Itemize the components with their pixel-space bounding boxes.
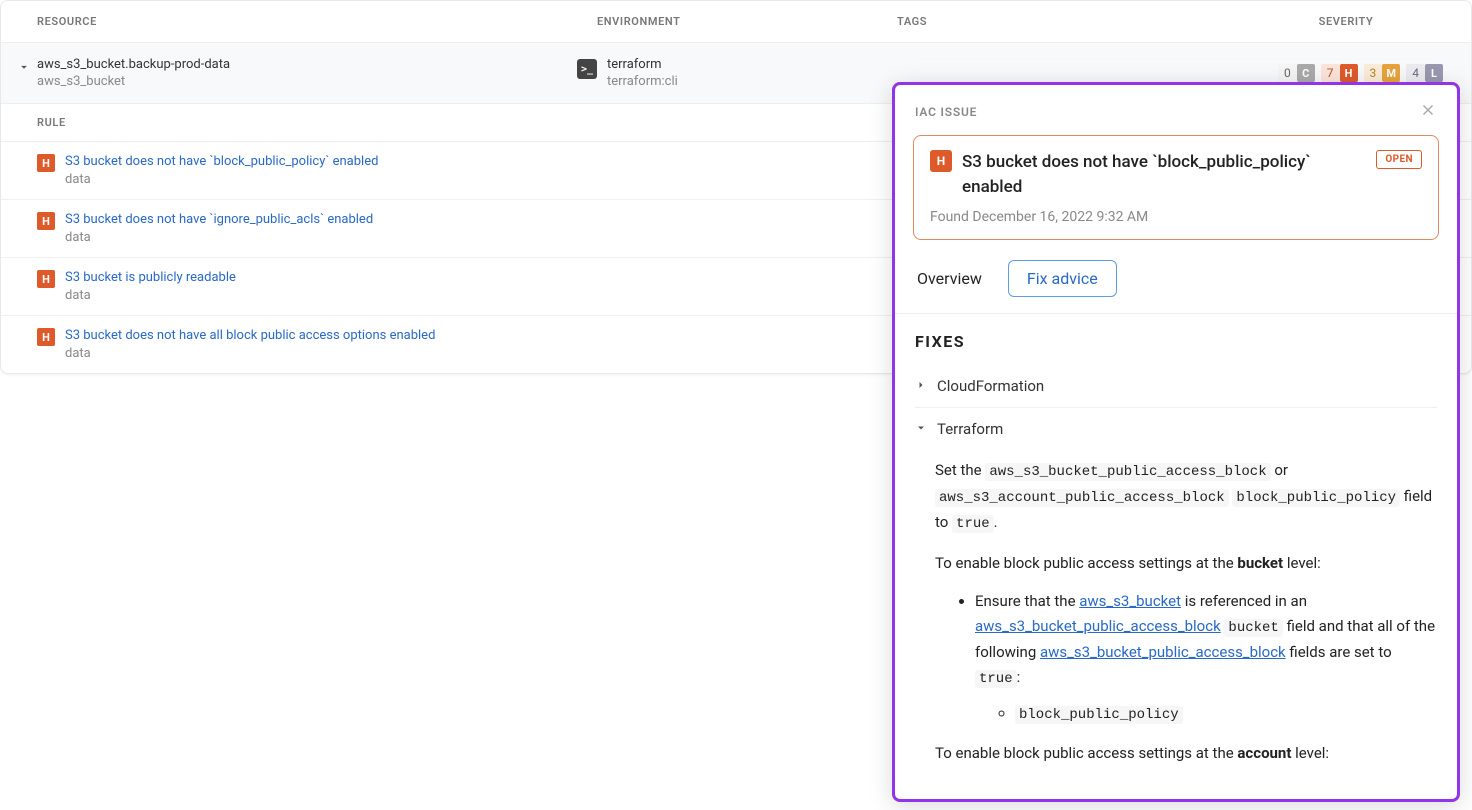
env-name: terraform	[607, 57, 678, 72]
terraform-fix-body: Set the aws_s3_bucket_public_access_bloc…	[915, 450, 1437, 766]
sev-low-badge: L	[1425, 64, 1443, 82]
issue-detail-panel: IAC ISSUE H S3 bucket does not have `blo…	[892, 82, 1460, 802]
col-tags: TAGS	[897, 15, 1257, 28]
aws-s3-bucket-pab-link2[interactable]: aws_s3_bucket_public_access_block	[1040, 643, 1286, 661]
rule-subtitle: data	[65, 346, 435, 361]
close-icon[interactable]	[1419, 101, 1437, 123]
issue-found-text: Found December 16, 2022 9:32 AM	[930, 209, 1422, 225]
aws-s3-bucket-link[interactable]: aws_s3_bucket	[1079, 592, 1181, 610]
sev-critical-badge: C	[1297, 64, 1315, 82]
sev-high-badge: H	[37, 154, 55, 172]
rule-title[interactable]: S3 bucket does not have all block public…	[65, 328, 435, 343]
issue-summary-card: H S3 bucket does not have `block_public_…	[913, 135, 1439, 240]
rule-subtitle: data	[65, 230, 373, 245]
issue-title: S3 bucket does not have `block_public_po…	[962, 150, 1366, 199]
sev-critical-count: 0	[1278, 64, 1297, 82]
fix-cloudformation[interactable]: CloudFormation	[915, 365, 1437, 408]
panel-body: FIXES CloudFormation Terraform Set the a…	[895, 314, 1457, 799]
chevron-down-icon[interactable]	[17, 57, 31, 78]
resource-name: aws_s3_bucket.backup-prod-data	[37, 57, 230, 72]
col-severity: SEVERITY	[1257, 15, 1435, 28]
sev-high-badge: H	[1340, 64, 1358, 82]
sev-medium-badge: M	[1382, 64, 1400, 82]
sev-high-badge: H	[37, 328, 55, 346]
list-item: block_public_policy	[1015, 701, 1437, 727]
rule-subtitle: data	[65, 288, 236, 303]
rule-title[interactable]: S3 bucket does not have `block_public_po…	[65, 154, 378, 169]
sev-low-count: 4	[1406, 64, 1425, 82]
issue-tabs: Overview Fix advice	[895, 240, 1457, 314]
rule-title[interactable]: S3 bucket is publicly readable	[65, 270, 236, 285]
fix-label: Terraform	[937, 420, 1003, 438]
tab-fix-advice[interactable]: Fix advice	[1008, 260, 1117, 297]
sev-high-badge: H	[930, 150, 952, 172]
chevron-down-icon	[915, 420, 927, 438]
col-environment: ENVIRONMENT	[597, 15, 897, 28]
chevron-right-icon	[915, 377, 927, 395]
rule-title[interactable]: S3 bucket does not have `ignore_public_a…	[65, 212, 373, 227]
env-sub: terraform:cli	[607, 74, 678, 89]
resource-type: aws_s3_bucket	[37, 74, 230, 89]
status-badge: OPEN	[1376, 150, 1422, 169]
fix-terraform[interactable]: Terraform	[915, 408, 1437, 450]
rule-subtitle: data	[65, 172, 378, 187]
aws-s3-bucket-pab-link[interactable]: aws_s3_bucket_public_access_block	[975, 617, 1221, 635]
tab-overview[interactable]: Overview	[915, 261, 984, 296]
table-header-row: RESOURCE ENVIRONMENT TAGS SEVERITY	[1, 1, 1471, 43]
terminal-icon: >_	[577, 59, 597, 79]
sev-medium-count: 3	[1364, 64, 1383, 82]
fixes-heading: FIXES	[915, 332, 1437, 351]
panel-title: IAC ISSUE	[915, 105, 977, 119]
sev-high-badge: H	[37, 270, 55, 288]
list-item: Ensure that the aws_s3_bucket is referen…	[975, 589, 1437, 727]
severity-badges: 0 C 7 H 3 M 4 L	[1237, 64, 1455, 82]
sev-high-badge: H	[37, 212, 55, 230]
sev-high-count: 7	[1321, 64, 1340, 82]
col-resource: RESOURCE	[37, 15, 597, 28]
fix-label: CloudFormation	[937, 377, 1044, 395]
